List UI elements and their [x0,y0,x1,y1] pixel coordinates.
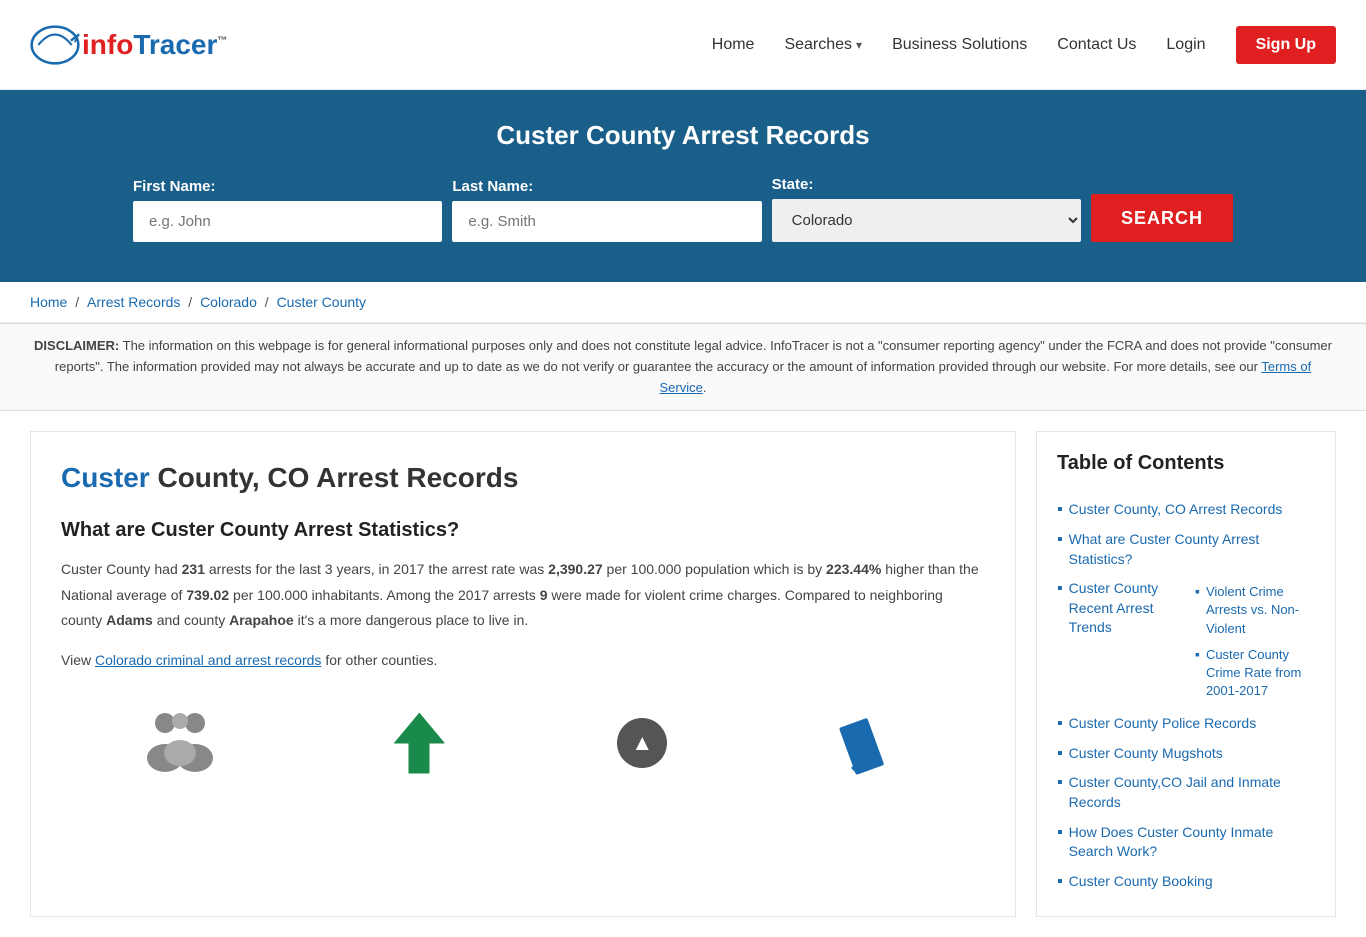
table-of-contents: Table of Contents Custer County, CO Arre… [1036,431,1336,917]
section-heading-statistics: What are Custer County Arrest Statistics… [61,519,985,542]
toc-link[interactable]: Custer County,CO Jail and Inmate Records [1069,773,1315,812]
stat-arrests: 231 [182,561,205,577]
toc-link[interactable]: Custer County Booking [1069,872,1213,892]
signup-button[interactable]: Sign Up [1236,26,1336,64]
scroll-top-button[interactable]: ▲ [617,718,667,768]
toc-link[interactable]: What are Custer County Arrest Statistics… [1069,530,1315,569]
main-nav: Home Searches ▾ Business Solutions Conta… [712,26,1336,64]
disclaimer-label: DISCLAIMER: [34,338,119,353]
logo[interactable]: infoTracer™ [30,20,227,70]
breadcrumb: Home / Arrest Records / Colorado / Custe… [0,282,1366,323]
toc-link[interactable]: Custer County, CO Arrest Records [1069,500,1283,520]
toc-sublist: Violent Crime Arrests vs. Non-Violent Cus… [1195,579,1315,704]
state-select[interactable]: Colorado [772,199,1081,242]
toc-item: Custer County Police Records [1057,709,1315,739]
chevron-down-icon: ▾ [856,38,862,52]
logo-info-text: info [82,29,133,60]
people-icon [140,703,220,783]
article-link-suffix: for other counties. [325,652,437,668]
logo-tm: ™ [217,35,227,46]
breadcrumb-arrest-records[interactable]: Arrest Records [87,294,180,310]
toc-title: Table of Contents [1057,452,1315,475]
first-name-label: First Name: [133,178,216,195]
breadcrumb-separator-3: / [265,294,273,310]
state-group: State: Colorado [772,176,1081,242]
disclaimer-text: The information on this webpage is for g… [55,338,1332,374]
login-button[interactable]: Login [1166,36,1205,54]
icon-people [140,703,220,783]
colorado-records-link[interactable]: Colorado criminal and arrest records [95,652,321,668]
toc-list: Custer County, CO Arrest Records What are… [1057,495,1315,896]
stat-higher-pct: 223.44% [826,561,881,577]
toc-link[interactable]: Custer County Recent Arrest Trends [1069,579,1173,638]
first-name-input[interactable] [133,201,442,242]
toc-sublink[interactable]: Custer County Crime Rate from 2001-2017 [1206,646,1315,701]
toc-link[interactable]: Custer County Police Records [1069,714,1257,734]
icon-arrow-up [379,703,459,783]
toc-link[interactable]: How Does Custer County Inmate Search Wor… [1069,823,1315,862]
nav-home[interactable]: Home [712,36,755,54]
toc-item: Custer County Booking [1057,867,1315,897]
disclaimer-period: . [703,380,707,395]
toc-link[interactable]: Custer County Mugshots [1069,744,1223,764]
last-name-group: Last Name: [452,178,761,242]
toc-item: How Does Custer County Inmate Search Wor… [1057,818,1315,867]
article-title-highlight: Custer [61,462,150,493]
article-icons-row: ▲ [61,693,985,783]
nav-searches[interactable]: Searches [784,36,852,54]
stat-national-avg: 739.02 [186,587,229,603]
toc-item: Custer County Mugshots [1057,739,1315,769]
breadcrumb-custer-county[interactable]: Custer County [277,294,366,310]
toc-subitem: Violent Crime Arrests vs. Non-Violent [1195,579,1315,642]
nav-business-solutions[interactable]: Business Solutions [892,36,1027,54]
state-label: State: [772,176,814,193]
breadcrumb-separator-1: / [75,294,83,310]
scroll-top-icon[interactable]: ▲ [617,718,667,768]
toc-item: Custer County, CO Arrest Records [1057,495,1315,525]
stat-violent: 9 [540,587,548,603]
icon-pencil [826,703,906,783]
search-button[interactable]: SEARCH [1091,194,1233,242]
article-title: Custer County, CO Arrest Records [61,462,985,494]
breadcrumb-colorado[interactable]: Colorado [200,294,257,310]
search-form: First Name: Last Name: State: Colorado S… [133,176,1233,242]
main-content: Custer County, CO Arrest Records What ar… [0,411,1366,937]
last-name-input[interactable] [452,201,761,242]
stat-county2: Arapahoe [229,612,294,628]
header: infoTracer™ Home Searches ▾ Business Sol… [0,0,1366,90]
stat-arrest-rate: 2,390.27 [548,561,603,577]
last-name-label: Last Name: [452,178,533,195]
article-content: Custer County, CO Arrest Records What ar… [30,431,1016,917]
first-name-group: First Name: [133,178,442,242]
toc-item: Custer County Recent Arrest Trends Violen… [1057,574,1315,709]
nav-searches-container: Searches ▾ [784,36,862,54]
toc-item: What are Custer County Arrest Statistics… [1057,525,1315,574]
article-title-rest: County, CO Arrest Records [150,462,519,493]
nav-contact-us[interactable]: Contact Us [1057,36,1136,54]
toc-subitem: Custer County Crime Rate from 2001-2017 [1195,642,1315,705]
hero-section: Custer County Arrest Records First Name:… [0,90,1366,282]
breadcrumb-separator-2: / [188,294,196,310]
article-link-paragraph: View Colorado criminal and arrest record… [61,648,985,673]
article-link-view: View [61,652,91,668]
hero-title: Custer County Arrest Records [40,120,1326,151]
disclaimer: DISCLAIMER: The information on this webp… [0,323,1366,411]
stat-county1: Adams [106,612,153,628]
logo-tracer-text: Tracer [133,29,217,60]
breadcrumb-home[interactable]: Home [30,294,67,310]
toc-sublink[interactable]: Violent Crime Arrests vs. Non-Violent [1206,583,1315,638]
toc-item: Custer County,CO Jail and Inmate Records [1057,768,1315,817]
logo-icon [30,20,80,70]
article-statistics-paragraph: Custer County had 231 arrests for the la… [61,557,985,633]
